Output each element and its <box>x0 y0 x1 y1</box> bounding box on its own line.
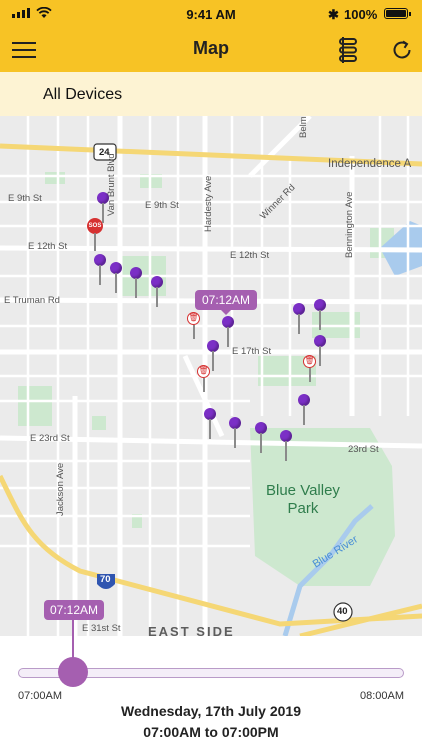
trash-icon: 🗑 <box>303 355 316 368</box>
device-marker[interactable] <box>97 192 109 224</box>
device-marker[interactable] <box>151 276 163 308</box>
device-selector-label: All Devices <box>43 86 123 103</box>
i70-shield-label: 70 <box>100 574 111 585</box>
device-marker[interactable] <box>298 394 310 426</box>
street-label: Bennington Ave <box>344 191 355 258</box>
device-selector[interactable]: All Devices <box>0 72 422 116</box>
street-label: Jackson Ave <box>55 462 66 516</box>
device-marker[interactable] <box>94 254 106 286</box>
street-label: E 17th St <box>232 346 272 357</box>
slider-time-bubble: 07:12AM <box>44 600 105 620</box>
street-label: 23rd St <box>348 444 379 455</box>
device-marker[interactable] <box>229 417 241 449</box>
bin-marker[interactable]: 🗑 <box>187 312 201 340</box>
trash-icon: 🗑 <box>197 365 210 378</box>
bin-marker[interactable]: 🗑 <box>303 355 317 383</box>
timeline-end-label: 08:00AM <box>359 690 404 702</box>
device-marker[interactable] <box>222 316 234 348</box>
timeline-start-label: 07:00AM <box>18 690 63 702</box>
refresh-button[interactable] <box>390 38 414 62</box>
bluetooth-icon: ✱ <box>328 7 339 22</box>
battery-icon <box>384 8 411 19</box>
marker-time-bubble[interactable]: 07:12AM <box>195 290 258 315</box>
trash-icon: 🗑 <box>187 312 200 325</box>
park-label: Blue Valley Park <box>266 482 340 517</box>
street-label: Hardesty Ave <box>203 175 214 232</box>
street-label: E 12th St <box>28 241 68 252</box>
device-marker[interactable] <box>255 422 267 454</box>
street-label: E 12th St <box>230 250 270 261</box>
street-label: E Truman Rd <box>4 295 60 306</box>
timeline-range: 07:00AM to 07:00PM <box>143 724 279 740</box>
map-view[interactable]: 24 70 70 40 E 9th St E 9th St E 12th St … <box>0 116 422 636</box>
timeline-slider-thumb[interactable] <box>58 657 88 687</box>
device-marker[interactable] <box>110 262 122 294</box>
timeline-panel: 07:12AM 07:00AM 08:00AM Wednesday, 17th … <box>0 600 422 750</box>
street-label: Independence A <box>328 158 412 170</box>
slider-indicator-line <box>72 620 74 658</box>
device-marker[interactable] <box>280 430 292 462</box>
nav-bar: Map <box>0 28 422 72</box>
street-label: E 23rd St <box>30 433 70 444</box>
device-marker[interactable] <box>293 303 305 335</box>
device-marker[interactable] <box>204 408 216 440</box>
device-marker[interactable] <box>314 299 326 331</box>
battery-percent: 100% <box>344 7 378 22</box>
street-label: Belm <box>298 116 309 138</box>
timeline-date: Wednesday, 17th July 2019 <box>120 703 301 719</box>
street-label: E 9th St <box>8 193 42 204</box>
district-label: EAST SIDE <box>148 624 235 636</box>
status-bar: 9:41 AM ✱ 100% <box>0 0 422 28</box>
filter-button[interactable] <box>336 36 360 64</box>
device-marker[interactable] <box>130 267 142 299</box>
street-label: E 31st St <box>82 623 121 634</box>
street-label: E 9th St <box>145 200 179 211</box>
bin-marker[interactable]: 🗑 <box>197 365 211 393</box>
hwy40-shield-label: 40 <box>337 606 348 617</box>
